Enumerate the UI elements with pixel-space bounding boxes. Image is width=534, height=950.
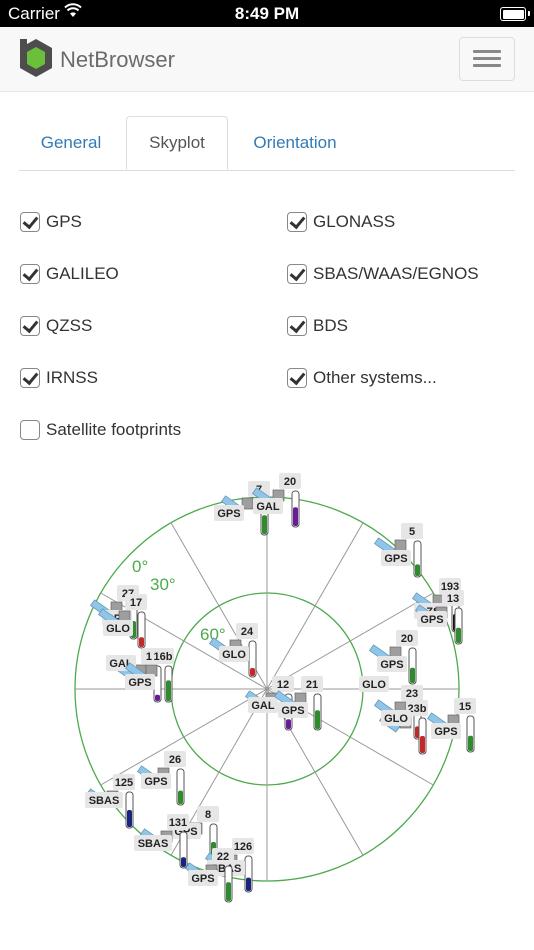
satellite-glo-17: 17 GLO [98, 594, 147, 649]
option-label: SBAS/WAAS/EGNOS [313, 264, 479, 283]
option-label: Satellite footprints [46, 420, 182, 439]
system-tag-label: GPS [217, 508, 240, 520]
signal-bar-fill [250, 668, 255, 676]
option-label: GALILEO [46, 264, 119, 283]
sat-id-label: 24 [241, 626, 254, 638]
tab-general[interactable]: General [19, 116, 123, 170]
tab-orientation[interactable]: Orientation [233, 116, 357, 170]
skyplot-chart[interactable]: 0° 30° 60° 7GPS20GAL5GPS193QZS13GPS27GPS… [0, 460, 534, 950]
sat-id-label: 5 [409, 526, 415, 538]
system-tag-label: GPS [191, 873, 214, 885]
sat-id-label: 20 [284, 476, 296, 488]
system-tag-label: SBAS [89, 795, 120, 807]
footprints-checkbox[interactable] [20, 420, 40, 440]
sat-id-label: 13 [447, 593, 459, 605]
signal-bar-fill [410, 667, 415, 683]
system-tag-label: GLO [106, 623, 130, 635]
tab-bar: General Skyplot Orientation [19, 116, 515, 171]
satellite-sbas-125: 125 SBAS [85, 774, 135, 829]
clock: 8:49 PM [234, 4, 300, 23]
battery-icon [500, 7, 530, 21]
signal-bar-fill [286, 719, 291, 729]
signal-bar-fill [456, 627, 461, 643]
system-tag-label: SBAS [138, 838, 169, 850]
signal-bar-fill [139, 637, 144, 647]
satellite-gps-5: 5 GPS [374, 523, 423, 578]
azimuth-line [266, 522, 364, 690]
option-label: Other systems... [313, 368, 437, 387]
app-brand: NetBrowser [60, 47, 175, 72]
menu-bar-icon [473, 57, 501, 60]
system-tag-label: GAL [251, 700, 275, 712]
sat-id-label: 22 [217, 851, 229, 863]
option-label: IRNSS [46, 368, 98, 387]
system-tag-label: GPS [380, 659, 403, 671]
irnss-checkbox[interactable] [20, 368, 40, 388]
elevation-label-30: 30° [150, 575, 176, 594]
signal-bar-fill [127, 810, 132, 827]
sat-id-label: 17 [130, 597, 142, 609]
option-label: BDS [313, 316, 348, 335]
system-tag-label: GPS [281, 705, 304, 717]
signal-bar-fill [226, 882, 231, 901]
option-label: GLONASS [313, 212, 396, 231]
sat-id-label: 12 [277, 679, 289, 691]
glonass-checkbox[interactable] [287, 212, 307, 232]
satellite-body-icon [394, 539, 407, 552]
system-tag-label: GPS [128, 677, 151, 689]
system-tag-label: GLO [384, 713, 408, 725]
signal-bar-fill [293, 507, 298, 526]
signal-bar-fill [155, 694, 160, 701]
navbar: NetBrowser [0, 27, 534, 92]
menu-bar-icon [473, 64, 501, 67]
system-tag-label: GPS [420, 614, 443, 626]
signal-bar-fill [315, 710, 320, 729]
menu-toggle-button[interactable] [459, 37, 515, 81]
satellite-sbas-131: 131SBAS [134, 814, 189, 869]
option-label: QZSS [46, 316, 93, 335]
menu-bar-icon [473, 50, 501, 53]
galileo-checkbox[interactable] [20, 264, 40, 284]
signal-bar-fill [468, 735, 473, 751]
sbas-checkbox[interactable] [287, 264, 307, 284]
signal-bar-fill [246, 877, 251, 891]
qzss-checkbox[interactable] [20, 316, 40, 336]
sat-id-label: 125 [115, 777, 133, 789]
other-systems-checkbox[interactable] [287, 368, 307, 388]
sat-id-label: 20 [401, 633, 413, 645]
sat-id-label: 26 [169, 754, 181, 766]
satellite-gps-20b: 20 GPS [369, 630, 418, 685]
sat-id-label: 21 [306, 679, 318, 691]
signal-bar-fill [420, 736, 425, 753]
sat-id-label: 131 [169, 817, 187, 829]
netbrowser-logo-icon [20, 39, 52, 77]
system-tag-label: GPS [384, 553, 407, 565]
gps-checkbox[interactable] [20, 212, 40, 232]
system-tag-label: GLO [222, 649, 246, 661]
sat-id-label: 16b [154, 651, 173, 663]
system-tag-label: GPS [144, 776, 167, 788]
system-tag-label: GPS [434, 726, 457, 738]
signal-bar-fill [178, 790, 183, 804]
option-label: GPS [46, 212, 82, 231]
elevation-label-0: 0° [132, 557, 148, 576]
system-tag-label: GAL [256, 501, 280, 513]
signal-bar-fill [166, 680, 171, 701]
signal-bar-fill [415, 564, 420, 576]
signal-bar-fill [181, 857, 186, 867]
sat-id-label: 8 [205, 809, 211, 821]
status-bar: Carrier 8:49 PM [0, 0, 534, 27]
signal-bar-fill [262, 515, 267, 534]
sat-id-label: 15 [459, 701, 471, 713]
bds-checkbox[interactable] [287, 316, 307, 336]
satellite-gps-15: 15 GPS [427, 698, 476, 753]
sat-id-label: 23 [406, 688, 418, 700]
sat-id-label: 126 [234, 841, 252, 853]
tab-skyplot[interactable]: Skyplot [126, 116, 228, 170]
system-tag-label: GLO [362, 679, 386, 691]
